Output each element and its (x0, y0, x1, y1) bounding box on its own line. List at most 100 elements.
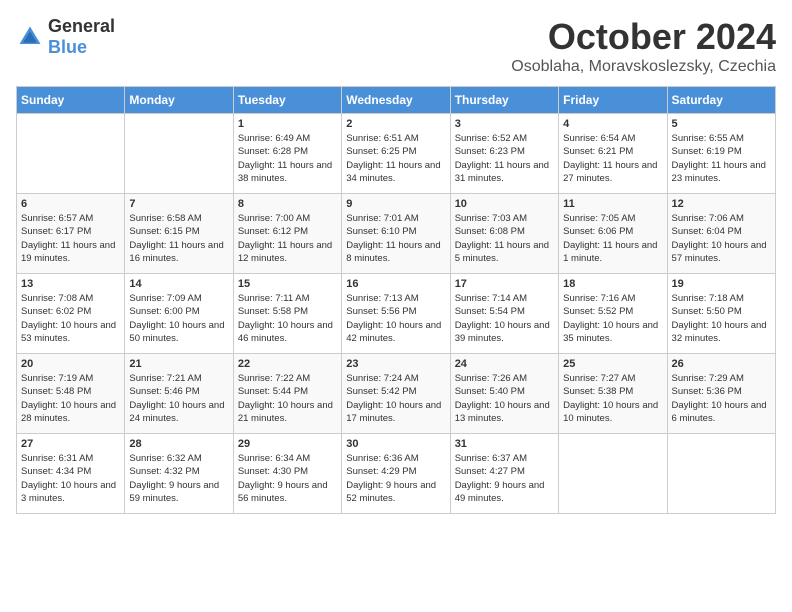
day-info: Sunrise: 7:19 AM Sunset: 5:48 PM Dayligh… (21, 372, 120, 425)
day-number: 14 (129, 278, 228, 290)
col-sunday: Sunday (17, 87, 125, 114)
day-number: 8 (238, 198, 337, 210)
day-number: 6 (21, 198, 120, 210)
logo-general: General (48, 16, 115, 36)
calendar-week-row: 13Sunrise: 7:08 AM Sunset: 6:02 PM Dayli… (17, 274, 776, 354)
day-info: Sunrise: 7:05 AM Sunset: 6:06 PM Dayligh… (563, 212, 662, 265)
day-info: Sunrise: 7:26 AM Sunset: 5:40 PM Dayligh… (455, 372, 554, 425)
table-row: 17 Sunrise: 7:14 AM Sunset: 5:54 PM Dayli… (450, 274, 558, 354)
day-info: Sunrise: 7:11 AM Sunset: 5:58 PM Dayligh… (238, 292, 337, 345)
col-saturday: Saturday (667, 87, 775, 114)
day-number: 9 (346, 198, 445, 210)
day-info: Sunrise: 7:29 AM Sunset: 5:36 PM Dayligh… (672, 372, 771, 425)
day-info: Sunrise: 7:13 AM Sunset: 5:56 PM Dayligh… (346, 292, 445, 345)
day-info: Sunrise: 7:14 AM Sunset: 5:54 PM Dayligh… (455, 292, 554, 345)
table-row (559, 434, 667, 514)
day-info: Sunrise: 6:32 AM Sunset: 4:32 PM Dayligh… (129, 452, 228, 505)
table-row: 16 Sunrise: 7:13 AM Sunset: 5:56 PM Dayli… (342, 274, 450, 354)
day-number: 16 (346, 278, 445, 290)
day-number: 25 (563, 358, 662, 370)
table-row: 1 Sunrise: 6:49 AM Sunset: 6:28 PM Daylig… (233, 114, 341, 194)
day-info: Sunrise: 6:54 AM Sunset: 6:21 PM Dayligh… (563, 132, 662, 185)
location-title: Osoblaha, Moravskoslezsky, Czechia (511, 58, 776, 76)
table-row: 25 Sunrise: 7:27 AM Sunset: 5:38 PM Dayli… (559, 354, 667, 434)
day-number: 22 (238, 358, 337, 370)
table-row: 22 Sunrise: 7:22 AM Sunset: 5:44 PM Dayli… (233, 354, 341, 434)
table-row: 29Sunrise: 6:34 AM Sunset: 4:30 PM Dayli… (233, 434, 341, 514)
day-info: Sunrise: 7:00 AM Sunset: 6:12 PM Dayligh… (238, 212, 337, 265)
col-tuesday: Tuesday (233, 87, 341, 114)
table-row: 19Sunrise: 7:18 AM Sunset: 5:50 PM Dayli… (667, 274, 775, 354)
day-info: Sunrise: 6:49 AM Sunset: 6:28 PM Dayligh… (238, 132, 337, 185)
table-row: 9 Sunrise: 7:01 AM Sunset: 6:10 PM Daylig… (342, 194, 450, 274)
table-row: 27Sunrise: 6:31 AM Sunset: 4:34 PM Dayli… (17, 434, 125, 514)
table-row: 30 Sunrise: 6:36 AM Sunset: 4:29 PM Dayli… (342, 434, 450, 514)
day-number: 3 (455, 118, 554, 130)
day-info: Sunrise: 6:34 AM Sunset: 4:30 PM Dayligh… (238, 452, 337, 505)
day-info: Sunrise: 7:27 AM Sunset: 5:38 PM Dayligh… (563, 372, 662, 425)
col-friday: Friday (559, 87, 667, 114)
table-row: 2Sunrise: 6:51 AM Sunset: 6:25 PM Daylig… (342, 114, 450, 194)
logo-icon (16, 23, 44, 51)
day-info: Sunrise: 6:37 AM Sunset: 4:27 PM Dayligh… (455, 452, 554, 505)
table-row: 11 Sunrise: 7:05 AM Sunset: 6:06 PM Dayli… (559, 194, 667, 274)
col-monday: Monday (125, 87, 233, 114)
day-number: 31 (455, 438, 554, 450)
calendar-week-row: 6Sunrise: 6:57 AM Sunset: 6:17 PM Daylig… (17, 194, 776, 274)
calendar-week-row: 20 Sunrise: 7:19 AM Sunset: 5:48 PM Dayli… (17, 354, 776, 434)
day-info: Sunrise: 6:58 AM Sunset: 6:15 PM Dayligh… (129, 212, 228, 265)
day-number: 17 (455, 278, 554, 290)
day-info: Sunrise: 7:22 AM Sunset: 5:44 PM Dayligh… (238, 372, 337, 425)
day-number: 1 (238, 118, 337, 130)
table-row: 3 Sunrise: 6:52 AM Sunset: 6:23 PM Daylig… (450, 114, 558, 194)
day-number: 19 (672, 278, 771, 290)
day-number: 30 (346, 438, 445, 450)
day-number: 10 (455, 198, 554, 210)
col-wednesday: Wednesday (342, 87, 450, 114)
day-number: 12 (672, 198, 771, 210)
logo: General Blue (16, 16, 115, 58)
day-number: 20 (21, 358, 120, 370)
day-info: Sunrise: 7:03 AM Sunset: 6:08 PM Dayligh… (455, 212, 554, 265)
day-number: 18 (563, 278, 662, 290)
table-row: 18 Sunrise: 7:16 AM Sunset: 5:52 PM Dayli… (559, 274, 667, 354)
day-number: 5 (672, 118, 771, 130)
table-row: 14 Sunrise: 7:09 AM Sunset: 6:00 PM Dayli… (125, 274, 233, 354)
calendar-week-row: 27Sunrise: 6:31 AM Sunset: 4:34 PM Dayli… (17, 434, 776, 514)
table-row: 20 Sunrise: 7:19 AM Sunset: 5:48 PM Dayli… (17, 354, 125, 434)
table-row: 13Sunrise: 7:08 AM Sunset: 6:02 PM Dayli… (17, 274, 125, 354)
table-row: 4Sunrise: 6:54 AM Sunset: 6:21 PM Daylig… (559, 114, 667, 194)
day-info: Sunrise: 6:31 AM Sunset: 4:34 PM Dayligh… (21, 452, 120, 505)
table-row: 24Sunrise: 7:26 AM Sunset: 5:40 PM Dayli… (450, 354, 558, 434)
table-row: 6Sunrise: 6:57 AM Sunset: 6:17 PM Daylig… (17, 194, 125, 274)
day-info: Sunrise: 7:06 AM Sunset: 6:04 PM Dayligh… (672, 212, 771, 265)
day-info: Sunrise: 6:36 AM Sunset: 4:29 PM Dayligh… (346, 452, 445, 505)
table-row: 31 Sunrise: 6:37 AM Sunset: 4:27 PM Dayli… (450, 434, 558, 514)
table-row: 8 Sunrise: 7:00 AM Sunset: 6:12 PM Daylig… (233, 194, 341, 274)
table-row (125, 114, 233, 194)
day-info: Sunrise: 6:52 AM Sunset: 6:23 PM Dayligh… (455, 132, 554, 185)
day-info: Sunrise: 7:21 AM Sunset: 5:46 PM Dayligh… (129, 372, 228, 425)
table-row: 12 Sunrise: 7:06 AM Sunset: 6:04 PM Dayli… (667, 194, 775, 274)
month-title: October 2024 (511, 16, 776, 58)
calendar-week-row: 1 Sunrise: 6:49 AM Sunset: 6:28 PM Daylig… (17, 114, 776, 194)
day-number: 7 (129, 198, 228, 210)
table-row: 15 Sunrise: 7:11 AM Sunset: 5:58 PM Dayli… (233, 274, 341, 354)
table-row (17, 114, 125, 194)
table-row: 5Sunrise: 6:55 AM Sunset: 6:19 PM Daylig… (667, 114, 775, 194)
day-number: 28 (129, 438, 228, 450)
day-info: Sunrise: 7:01 AM Sunset: 6:10 PM Dayligh… (346, 212, 445, 265)
page-header: General Blue October 2024 Osoblaha, Mora… (16, 16, 776, 76)
table-row: 10 Sunrise: 7:03 AM Sunset: 6:08 PM Dayli… (450, 194, 558, 274)
day-info: Sunrise: 7:24 AM Sunset: 5:42 PM Dayligh… (346, 372, 445, 425)
calendar-table: Sunday Monday Tuesday Wednesday Thursday… (16, 86, 776, 514)
logo-blue: Blue (48, 37, 87, 57)
day-info: Sunrise: 7:09 AM Sunset: 6:00 PM Dayligh… (129, 292, 228, 345)
day-number: 15 (238, 278, 337, 290)
day-number: 11 (563, 198, 662, 210)
day-number: 13 (21, 278, 120, 290)
table-row: 23Sunrise: 7:24 AM Sunset: 5:42 PM Dayli… (342, 354, 450, 434)
table-row: 7 Sunrise: 6:58 AM Sunset: 6:15 PM Daylig… (125, 194, 233, 274)
day-number: 26 (672, 358, 771, 370)
day-info: Sunrise: 7:16 AM Sunset: 5:52 PM Dayligh… (563, 292, 662, 345)
